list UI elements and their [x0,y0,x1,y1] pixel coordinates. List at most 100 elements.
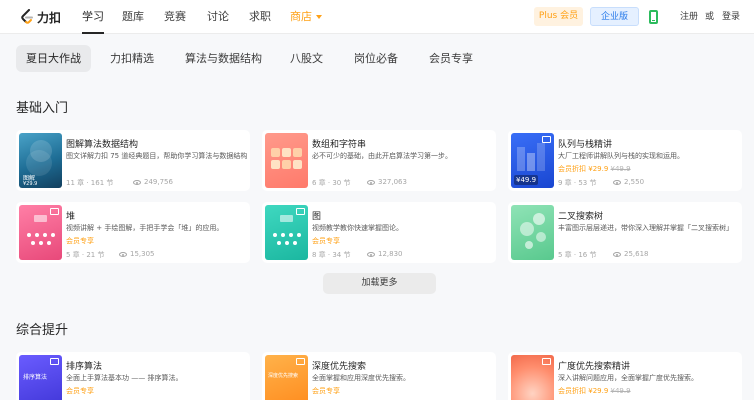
nav-item-problems[interactable]: 题库 [122,0,144,34]
course-card[interactable]: 广度优先搜索精讲 深入讲解问题应用，全面掌握广度优先搜索。 会员折扣 ¥29.9… [508,352,742,400]
crown-icon [50,358,59,365]
leetcode-logo-icon [21,9,33,24]
thumbnail-price: ¥29.9 [23,181,38,187]
course-views: 249,756 [133,178,173,186]
plus-membership-button[interactable]: Plus 会员 [534,7,583,26]
tab-job-essentials[interactable]: 岗位必备 [344,45,408,72]
course-views: 327,063 [367,178,407,186]
tab-summer-event[interactable]: 夏日大作战 [16,45,91,72]
view-count: 12,830 [378,250,403,258]
crown-icon [296,208,305,215]
section-title-basics: 基础入门 [16,101,69,116]
course-title: 排序算法 [66,362,103,372]
course-thumbnail [511,205,554,260]
tree-illustration-icon [520,213,546,249]
eye-icon [613,179,621,185]
crown-icon [542,136,551,143]
course-card[interactable]: 二叉搜索树 丰富图示层层递进，带你深入理解并掌握「二叉搜索树」 5 章 · 16… [508,202,742,263]
course-chapters: 6 章 · 30 节 [312,179,351,187]
course-title: 队列与栈精讲 [558,140,613,150]
crown-icon [296,358,305,365]
eye-icon [613,251,621,257]
course-views: 2,550 [613,178,644,186]
member-exclusive-tag: 会员专享 [312,237,340,245]
load-more-button[interactable]: 加载更多 [323,273,436,294]
eye-icon [367,179,375,185]
course-chapters: 5 章 · 21 节 [66,251,105,259]
login-link[interactable]: 登录 [722,0,740,34]
course-description: 大厂工程师讲解队列与栈的实现和运用。 [558,152,684,160]
course-card[interactable]: 图 视频教学教你快速掌握图论。 会员专享 8 章 · 34 节 12,830 [262,202,496,263]
brand-logo[interactable]: 力扣 [20,8,61,26]
member-exclusive-tag: 会员专享 [312,387,340,395]
course-title: 图解算法数据结构 [66,140,139,150]
course-card[interactable]: 排序算法 排序算法 全面上手算法基本功 —— 排序算法。 会员专享 [16,352,250,400]
or-text: 或 [705,12,715,22]
section-title-advanced: 综合提升 [16,323,69,338]
top-nav: 力扣 学习 题库 竞赛 讨论 求职 商店 Plus 会员 企业版 注册 或 登录 [0,0,754,34]
course-description: 深入讲解问题应用，全面掌握广度优先搜索。 [558,374,698,382]
course-chapters: 5 章 · 16 节 [558,251,597,259]
discount-label: 会员折扣 [558,387,589,395]
original-price: ¥49.9 [610,165,631,173]
course-chapters: 9 章 · 53 节 [558,179,597,187]
view-count: 249,756 [144,178,173,186]
course-card[interactable]: 图解 ¥29.9 图解算法数据结构 图文详解力扣 75 道经典题目，帮助你学习算… [16,130,250,191]
nav-item-contest[interactable]: 竞赛 [164,0,186,34]
course-thumbnail [265,205,308,260]
brand-name: 力扣 [37,10,62,25]
course-card[interactable]: 堆 视频讲解 + 手绘图解，手把手学会「堆」的应用。 会员专享 5 章 · 21… [16,202,250,263]
mobile-app-icon[interactable] [649,10,658,24]
view-count: 25,618 [624,250,649,258]
course-description: 必不可少的基础，由此开启算法学习第一步。 [312,152,452,160]
nav-item-learn[interactable]: 学习 [82,0,104,34]
course-card[interactable]: 数组和字符串 必不可少的基础，由此开启算法学习第一步。 6 章 · 30 节 3… [262,130,496,191]
register-link[interactable]: 注册 [680,0,698,34]
discount-price: ¥29.9 [588,387,609,395]
eye-icon [133,179,141,185]
course-views: 12,830 [367,250,403,258]
course-title: 堆 [66,212,76,222]
nav-shop-label: 商店 [290,10,312,23]
discount-label: 会员折扣 [558,165,589,173]
chevron-down-icon [316,15,322,19]
crown-icon [50,208,59,215]
course-description: 视频教学教你快速掌握图论。 [312,224,403,232]
member-discount-tag: 会员折扣 ¥29.9 ¥49.9 [558,164,631,174]
course-views: 15,305 [119,250,155,258]
nav-item-jobs[interactable]: 求职 [249,0,271,34]
course-thumbnail [265,133,308,188]
discount-price: ¥29.9 [588,165,609,173]
tab-bagu[interactable]: 八股文 [280,45,333,72]
course-thumbnail: 图解 ¥29.9 [19,133,62,188]
course-thumbnail: ¥49.9 [511,133,554,188]
course-description: 全面上手算法基本功 —— 排序算法。 [66,374,183,382]
course-thumbnail: 排序算法 [19,355,62,400]
course-title: 深度优先搜索 [312,362,367,372]
nav-item-shop[interactable]: 商店 [290,0,322,34]
course-thumbnail [19,205,62,260]
course-card[interactable]: 深度优先搜索 深度优先搜索 全面掌握和应用深度优先搜索。 会员专享 [262,352,496,400]
course-thumbnail [511,355,554,400]
tab-featured[interactable]: 力扣精选 [100,45,164,72]
tab-algorithms[interactable]: 算法与数据结构 [175,45,272,72]
course-description: 全面掌握和应用深度优先搜索。 [312,374,410,382]
view-count: 2,550 [624,178,645,186]
eye-icon [367,251,375,257]
course-title: 数组和字符串 [312,140,367,150]
array-illustration-icon [271,148,302,169]
member-exclusive-tag: 会员专享 [66,237,94,245]
course-description: 视频讲解 + 手绘图解，手把手学会「堆」的应用。 [66,224,224,232]
tab-member-exclusive[interactable]: 会员专享 [419,45,483,72]
course-thumbnail: 深度优先搜索 [265,355,308,400]
nav-item-discuss[interactable]: 讨论 [207,0,229,34]
course-card[interactable]: ¥49.9 队列与栈精讲 大厂工程师讲解队列与栈的实现和运用。 会员折扣 ¥29… [508,130,742,191]
course-title: 图 [312,212,322,222]
thumbnail-label: 深度优先搜索 [268,373,299,379]
course-title: 二叉搜索树 [558,212,604,222]
enterprise-button[interactable]: 企业版 [590,7,639,26]
thumbnail-label: 排序算法 [23,374,48,381]
member-exclusive-tag: 会员专享 [66,387,94,395]
view-count: 15,305 [130,250,155,258]
course-title: 广度优先搜索精讲 [558,362,631,372]
